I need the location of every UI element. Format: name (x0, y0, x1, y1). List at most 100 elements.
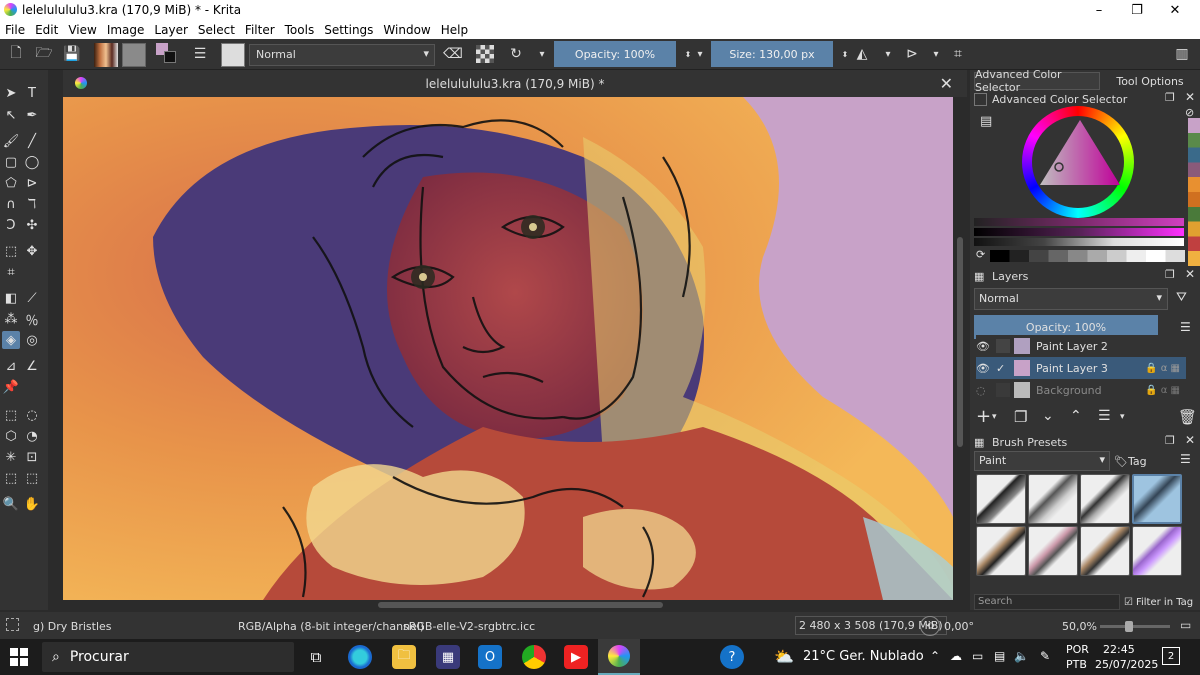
save-icon[interactable]: 💾 (62, 44, 82, 64)
chrome-icon[interactable] (522, 645, 546, 669)
color-space[interactable]: RGB/Alpha (8-bit integer/channel) (238, 620, 424, 633)
brush-preset-tile[interactable] (1080, 526, 1130, 576)
krita-taskbar-button[interactable] (598, 639, 640, 675)
menu-view[interactable]: View (63, 23, 101, 37)
visibility-eye-icon[interactable]: 👁 (976, 340, 996, 353)
recent-colors-strip[interactable] (1188, 118, 1200, 266)
polyline-tool-icon[interactable]: ⊳ (23, 174, 41, 192)
blend-mode-dropdown[interactable]: Normal ▾ (249, 44, 435, 66)
mirror-horizontal-icon[interactable]: ◭ (852, 44, 872, 64)
common-colors-strip[interactable] (990, 250, 1185, 262)
tray-chevron-icon[interactable]: ⌃ (930, 649, 940, 663)
float-layers-icon[interactable]: ❐ (1165, 268, 1175, 281)
freehand-path-icon[interactable]: ℸ (23, 195, 41, 213)
refresh-colors-icon[interactable]: ⟳ (976, 248, 985, 261)
chevron-down-icon[interactable]: ▾ (926, 44, 946, 64)
chevron-down-icon[interactable]: ▾ (992, 412, 997, 422)
smart-patch-icon[interactable]: ％ (23, 310, 41, 329)
workspace-icon[interactable]: ▥ (1172, 44, 1192, 64)
freehand-brush-icon[interactable]: 🖌 (2, 132, 20, 150)
layer-lock-icons[interactable]: 🔒 α ▦ (1145, 385, 1180, 396)
ellipse-tool-icon[interactable]: ◯ (23, 153, 41, 171)
layer-lock-icons[interactable]: 🔒 α ▦ (1145, 363, 1180, 374)
eraser-icon[interactable]: ⌫ (443, 44, 463, 64)
panel-toggle-icon[interactable] (974, 93, 987, 106)
polygon-select-icon[interactable]: ⬡ (2, 427, 20, 445)
mirror-vertical-icon[interactable]: ⊳ (902, 44, 922, 64)
language-top[interactable]: POR (1066, 643, 1089, 656)
taskbar-search-box[interactable]: ⌕ Procurar (42, 642, 294, 672)
brush-preset-tile[interactable] (976, 526, 1026, 576)
vertical-scroll-thumb[interactable] (957, 237, 963, 447)
similar-select-icon[interactable]: ⊡ (23, 448, 41, 466)
ellipse-select-icon[interactable]: ◌ (23, 406, 41, 424)
layer-properties-icon[interactable]: ☰ (1098, 408, 1111, 424)
close-layers-icon[interactable]: ✕ (1185, 267, 1195, 281)
language-bottom[interactable]: PTB (1066, 658, 1087, 671)
close-window-button[interactable]: ✕ (1158, 0, 1192, 20)
brush-preset-tile[interactable] (1028, 526, 1078, 576)
horizontal-scrollbar[interactable] (63, 600, 953, 610)
bezier-tool-icon[interactable]: ∩ (2, 195, 20, 213)
windows-start-icon[interactable] (10, 648, 28, 666)
close-panel-icon[interactable]: ✕ (1185, 90, 1195, 104)
shade-bar-2[interactable] (974, 228, 1184, 236)
minimize-button[interactable]: – (1082, 0, 1116, 20)
saturation-value-triangle[interactable] (1035, 115, 1125, 205)
transform-tool-icon[interactable]: ⬚ (2, 242, 20, 260)
visibility-eye-icon[interactable]: ◌ (976, 384, 996, 397)
contiguous-select-icon[interactable]: ✳ (2, 448, 20, 466)
select-shapes-icon[interactable]: ➤ (2, 84, 20, 102)
reference-images-icon[interactable]: 📌 (2, 378, 20, 396)
assistant-tool-icon[interactable]: ⊿ (2, 357, 20, 375)
magnetic-select-icon[interactable]: ⬚ (23, 469, 41, 487)
edge-icon[interactable] (348, 645, 372, 669)
enclose-fill-icon[interactable]: ◎ (23, 331, 41, 349)
weather-text[interactable]: 21°C Ger. Nublado (803, 649, 924, 664)
canvas-only-icon[interactable]: ▭ (1180, 618, 1191, 632)
menu-edit[interactable]: Edit (30, 23, 63, 37)
layer-row-selected[interactable]: 👁 ✓ Paint Layer 3 🔒 α ▦ (976, 357, 1186, 379)
clock-date[interactable]: 25/07/2025 (1095, 658, 1158, 671)
menu-file[interactable]: File (0, 23, 30, 37)
new-document-icon[interactable]: 🗋 (6, 44, 26, 64)
freehand-select-icon[interactable]: ◔ (23, 427, 41, 445)
menu-window[interactable]: Window (378, 23, 435, 37)
vertical-scrollbar[interactable] (953, 97, 967, 600)
line-tool-icon[interactable]: ╱ (23, 132, 41, 150)
visibility-eye-icon[interactable]: 👁 (976, 362, 996, 375)
zoom-tool-icon[interactable]: 🔍 (2, 495, 20, 513)
menu-tools[interactable]: Tools (280, 23, 320, 37)
filter-in-tag-checkbox[interactable]: ☑ Filter in Tag (1124, 594, 1198, 610)
brush-preset-tile[interactable] (1132, 526, 1182, 576)
menu-settings[interactable]: Settings (319, 23, 378, 37)
zoom-slider[interactable] (1100, 621, 1170, 632)
close-brushes-icon[interactable]: ✕ (1185, 433, 1195, 447)
drawing-canvas[interactable] (63, 97, 953, 600)
duplicate-layer-icon[interactable]: ❐ (1014, 408, 1027, 426)
delete-layer-icon[interactable]: 🗑 (1178, 408, 1197, 426)
bezier-select-icon[interactable]: ⬚ (2, 469, 20, 487)
file-explorer-icon[interactable]: 🗀 (392, 645, 416, 669)
help-icon[interactable]: ? (720, 645, 744, 669)
text-tool-icon[interactable]: T (23, 84, 41, 102)
zoom-value[interactable]: 50,0% (1062, 620, 1097, 633)
horizontal-scroll-thumb[interactable] (378, 602, 663, 608)
store-icon[interactable]: ▦ (436, 645, 460, 669)
pattern-preset-icon[interactable] (122, 43, 146, 67)
restore-button[interactable]: ❐ (1120, 0, 1154, 20)
measure-tool-icon[interactable]: ∠ (23, 357, 41, 375)
calligraphy-icon[interactable]: ✒ (23, 106, 41, 124)
rectangle-tool-icon[interactable]: ▢ (2, 153, 20, 171)
shade-bar-1[interactable] (974, 218, 1184, 226)
move-layer-up-icon[interactable]: ⌃ (1070, 408, 1082, 424)
move-tool-icon[interactable]: ✥ (23, 242, 41, 260)
layer-filter-icon[interactable]: ⛛ (1176, 290, 1187, 305)
brush-search-input[interactable]: Search (974, 594, 1120, 610)
edit-shapes-icon[interactable]: ↖ (2, 106, 20, 124)
menu-filter[interactable]: Filter (240, 23, 280, 37)
volume-icon[interactable]: 🔈 (1014, 649, 1029, 663)
menu-layer[interactable]: Layer (149, 23, 192, 37)
chevron-down-icon[interactable]: ▾ (878, 44, 898, 64)
open-document-icon[interactable]: 🗁 (34, 44, 54, 64)
